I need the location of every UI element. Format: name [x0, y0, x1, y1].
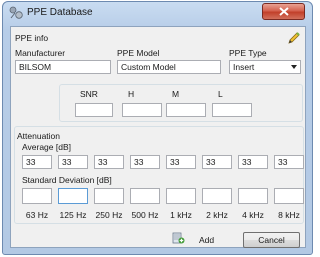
ppe-type-label: PPE Type [229, 48, 267, 58]
average-field[interactable]: 33 [202, 155, 232, 169]
freq-label: 125 Hz [59, 210, 87, 220]
std-dev-field[interactable] [58, 188, 88, 204]
close-button[interactable] [262, 3, 305, 20]
dialog-body: PPE info Manufacturer BILSOM PPE Model C… [10, 26, 306, 248]
cancel-button[interactable]: Cancel [243, 232, 300, 248]
l-field[interactable] [212, 103, 252, 117]
std-dev-field[interactable] [94, 188, 124, 204]
freq-label: 1 kHz [170, 210, 192, 220]
std-dev-field[interactable] [130, 188, 160, 204]
pencil-icon[interactable] [287, 31, 301, 45]
std-dev-label: Standard Deviation [dB] [22, 175, 112, 185]
freq-label: 63 Hz [25, 210, 49, 220]
h-field[interactable] [122, 103, 162, 117]
average-field[interactable]: 33 [130, 155, 160, 169]
window-title: PPE Database [27, 7, 93, 18]
std-dev-field[interactable] [166, 188, 196, 204]
manufacturer-label: Manufacturer [15, 48, 66, 58]
attenuation-label: Attenuation [17, 131, 61, 141]
average-label: Average [dB] [22, 142, 71, 152]
manufacturer-field[interactable]: BILSOM [15, 60, 111, 74]
freq-label: 250 Hz [95, 210, 123, 220]
snr-field[interactable] [75, 103, 113, 117]
freq-label: 500 Hz [131, 210, 159, 220]
ppe-model-field[interactable]: Custom Model [117, 60, 221, 74]
std-dev-field[interactable] [238, 188, 268, 204]
freq-label: 8 kHz [278, 210, 300, 220]
snr-label: SNR [80, 89, 98, 99]
ppe-database-icon [9, 6, 23, 19]
close-icon [278, 7, 289, 16]
average-field[interactable]: 33 [238, 155, 268, 169]
ratings-group: SNR H M L [59, 84, 303, 122]
ppe-type-select[interactable]: Insert [229, 60, 301, 74]
m-field[interactable] [166, 103, 206, 117]
std-dev-field[interactable] [202, 188, 232, 204]
title-bar[interactable]: PPE Database [3, 2, 312, 24]
ppe-database-window: PPE Database PPE info Manufacturer BILSO… [2, 1, 313, 255]
attenuation-group: Attenuation Average [dB] 33 33 33 33 33 … [14, 126, 304, 224]
h-label: H [128, 89, 135, 99]
add-button[interactable]: Add [199, 235, 214, 245]
chevron-down-icon [291, 65, 297, 69]
average-field[interactable]: 33 [166, 155, 196, 169]
ppe-model-label: PPE Model [117, 48, 160, 58]
ppe-type-value: Insert [233, 62, 255, 72]
std-dev-field[interactable] [274, 188, 304, 204]
add-icon[interactable] [171, 230, 185, 244]
m-label: M [172, 89, 180, 99]
average-field[interactable]: 33 [274, 155, 304, 169]
l-label: L [218, 89, 223, 99]
average-field[interactable]: 33 [22, 155, 52, 169]
std-dev-field[interactable] [22, 188, 52, 204]
freq-label: 2 kHz [206, 210, 228, 220]
average-field[interactable]: 33 [94, 155, 124, 169]
average-field[interactable]: 33 [58, 155, 88, 169]
freq-label: 4 kHz [242, 210, 264, 220]
ppe-info-label: PPE info [15, 33, 49, 43]
